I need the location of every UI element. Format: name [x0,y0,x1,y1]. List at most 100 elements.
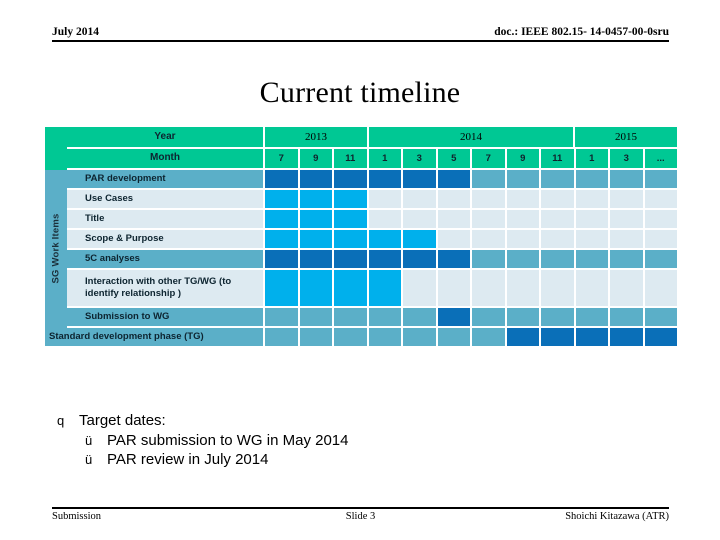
header-document-number: doc.: IEEE 802.15- 14-0457-00-0sru [494,26,669,38]
timeline-cell [299,189,334,210]
year-label-cell: Year [67,127,265,149]
timeline-cell [472,307,507,328]
month-label-cell: Month [67,149,265,170]
timeline-cell [437,327,472,348]
timeline-cell [368,169,403,190]
timeline-cell [403,209,438,230]
timeline-cell [472,229,507,250]
list-item-label: PAR submission to WG in May 2014 [107,432,349,449]
list-item: ü PAR review in July 2014 [85,451,657,468]
timeline-cell [299,169,334,190]
timeline-cell [334,169,369,190]
footer-divider [52,507,669,509]
row-cells [265,189,677,210]
square-bullet-icon: q [57,413,65,428]
row-cells [265,249,677,270]
year-group-2013: 2013 [265,127,369,149]
timeline-cell [644,249,677,270]
row-cells [265,169,677,190]
timeline-cell [265,249,300,270]
page-title: Current timeline [259,76,461,109]
timeline-cell [368,189,403,210]
footer-author: Shoichi Kitazawa (ATR) [565,511,670,522]
timeline-cell [437,249,472,270]
timeline-cell [610,229,645,250]
target-dates-list: q Target dates: ü PAR submission to WG i… [57,412,657,470]
timeline-cell [506,327,541,348]
slide-footer: Submission Slide 3 Shoichi Kitazawa (ATR… [52,507,669,522]
timeline-cell [644,307,677,328]
timeline-cell [403,189,438,210]
timeline-cell [403,307,438,328]
timeline-body-rows: PAR development Use Cases Title Scope & … [67,169,677,328]
timeline-cell [541,189,576,210]
month-cell: 11 [334,149,369,170]
year-group-cells: 2013 2014 2015 [265,127,677,149]
timeline-cell [644,229,677,250]
row-label: Scope & Purpose [67,229,265,250]
timeline-cell [403,169,438,190]
timeline-cell [265,307,300,328]
list-item: ü PAR submission to WG in May 2014 [85,432,657,449]
timeline-cell [334,229,369,250]
slide-header-row: July 2014 doc.: IEEE 802.15- 14-0457-00-… [52,26,669,40]
timeline-cell [437,229,472,250]
timeline-cell [575,209,610,230]
timeline-cell [472,189,507,210]
timeline-cell [472,249,507,270]
timeline-cell [506,229,541,250]
timeline-cell [472,269,507,308]
list-item-label: PAR review in July 2014 [107,451,269,468]
header-divider [52,40,669,42]
timeline-table: Year 2013 2014 2015 Month 7 9 11 1 3 5 7… [45,127,677,348]
timeline-cell [403,269,438,308]
timeline-cell [541,269,576,308]
timeline-cell [368,307,403,328]
table-row: Use Cases [67,189,677,210]
timeline-cell [403,327,438,348]
side-spacer-month [45,149,67,170]
table-row: Interaction with other TG/WG (to identif… [67,269,677,308]
timeline-cell [506,269,541,308]
month-cell: 11 [541,149,576,170]
timeline-cell [575,249,610,270]
row-cells [265,307,677,328]
row-cells [265,209,677,230]
row-label: Title [67,209,265,230]
timeline-cell [541,249,576,270]
row-label: Use Cases [67,189,265,210]
row-label: PAR development [67,169,265,190]
month-cells: 7 9 11 1 3 5 7 9 11 1 3 ... [265,149,677,170]
sg-work-items-side-label: SG Work Items [45,169,67,328]
month-cell: 3 [403,149,438,170]
month-cell: 1 [575,149,610,170]
footer-slide-number: Slide 3 [345,511,376,522]
timeline-cell [644,189,677,210]
timeline-cell [541,307,576,328]
timeline-cell [472,327,507,348]
timeline-cell [541,229,576,250]
timeline-cell [437,209,472,230]
timeline-cell [334,307,369,328]
row-label: 5C analyses [67,249,265,270]
timeline-cell [265,269,300,308]
sg-work-items-text: SG Work Items [50,213,62,284]
timeline-cell [506,209,541,230]
check-bullet-icon: ü [85,452,93,467]
timeline-cell [368,269,403,308]
list-item-label: Target dates: [79,412,166,429]
timeline-cell [610,189,645,210]
timeline-cell [575,269,610,308]
timeline-cell [265,327,300,348]
timeline-cell [265,189,300,210]
month-cell: 3 [610,149,645,170]
row-label: Submission to WG [67,307,265,328]
slide-footer-row: Submission Slide 3 Shoichi Kitazawa (ATR… [52,511,669,522]
timeline-cell [299,327,334,348]
timeline-cell [506,307,541,328]
timeline-cell [541,209,576,230]
timeline-cell [644,269,677,308]
timeline-cell [644,327,677,348]
timeline-cell [506,189,541,210]
check-bullet-icon: ü [85,433,93,448]
